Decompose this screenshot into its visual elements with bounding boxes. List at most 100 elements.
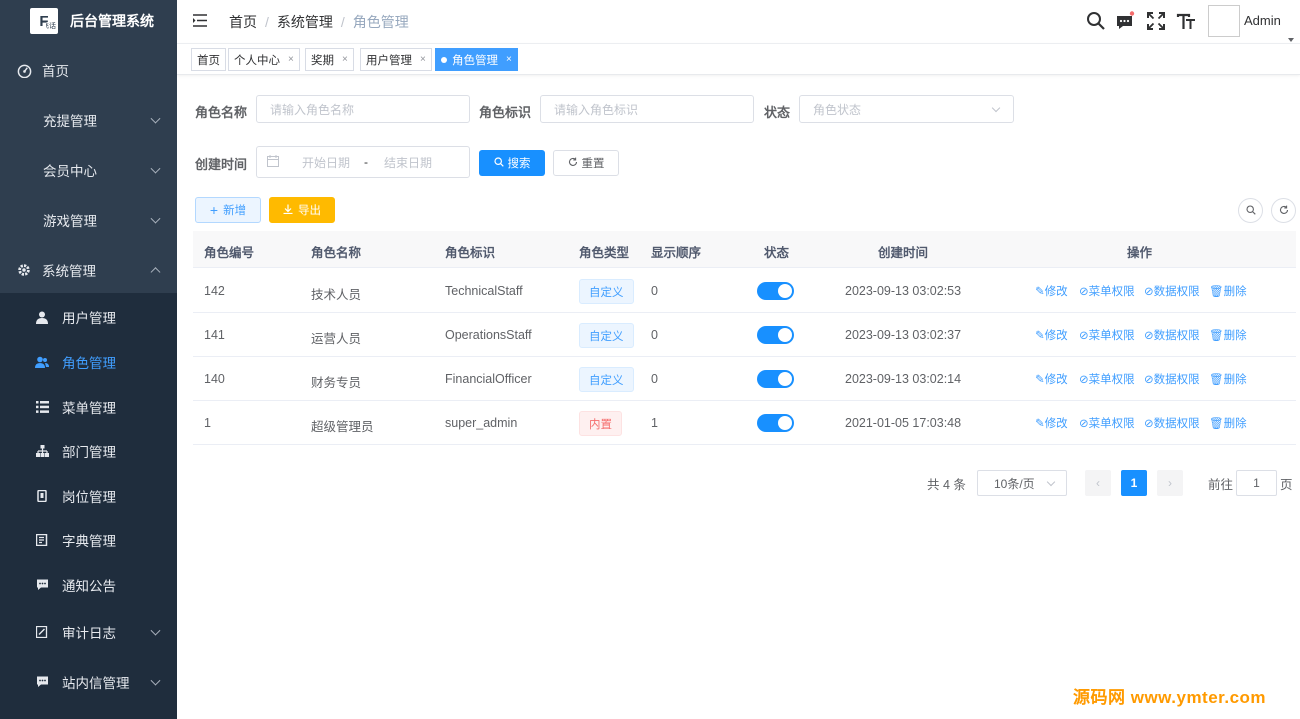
sidebar-item-roles[interactable]: 角色管理 bbox=[0, 342, 177, 382]
tab-lottery-period[interactable]: 奖期 × bbox=[305, 48, 354, 71]
breadcrumb-system[interactable]: 系统管理 bbox=[277, 14, 333, 30]
close-icon[interactable]: × bbox=[342, 54, 348, 65]
cell-created-time: 2023-09-13 03:02:37 bbox=[845, 328, 962, 342]
search-icon bbox=[493, 156, 504, 170]
chevron-up-icon bbox=[150, 267, 161, 278]
menu-permission-link[interactable]: ⊘菜单权限 bbox=[1079, 283, 1135, 299]
goto-page-input[interactable]: 1 bbox=[1236, 470, 1277, 496]
menu-permission-link[interactable]: ⊘菜单权限 bbox=[1079, 415, 1135, 431]
role-name-input[interactable]: 请输入角色名称 bbox=[256, 95, 470, 123]
prev-page-button[interactable]: ‹ bbox=[1085, 470, 1111, 496]
role-key-input[interactable]: 请输入角色标识 bbox=[540, 95, 754, 123]
cell-role-id: 1 bbox=[204, 416, 211, 430]
sidebar-item-users[interactable]: 用户管理 bbox=[0, 297, 177, 337]
cell-role-key: super_admin bbox=[445, 416, 518, 430]
page-size-select[interactable]: 10条/页 bbox=[977, 470, 1067, 496]
chevron-down-icon bbox=[150, 675, 161, 686]
logo-bar[interactable]: F 飞话 后台管理系统 bbox=[0, 0, 177, 42]
sidebar-item-member[interactable]: 会员中心 bbox=[0, 150, 177, 190]
next-page-button[interactable]: › bbox=[1157, 470, 1183, 496]
message-icon[interactable] bbox=[1115, 11, 1135, 31]
cell-order: 1 bbox=[651, 416, 658, 430]
status-toggle[interactable] bbox=[757, 414, 794, 432]
chevron-down-icon bbox=[991, 103, 1001, 113]
close-icon[interactable]: × bbox=[288, 54, 294, 65]
link-label: 菜单权限 bbox=[1088, 286, 1135, 298]
edit-link[interactable]: ✎修改 bbox=[1035, 371, 1068, 387]
sidebar-item-label: 用户管理 bbox=[62, 311, 116, 326]
tab-label: 首页 bbox=[197, 54, 220, 67]
edit-link[interactable]: ✎修改 bbox=[1035, 283, 1068, 299]
close-icon[interactable]: × bbox=[420, 54, 426, 65]
sidebar-item-audit-log[interactable]: 审计日志 bbox=[0, 612, 177, 652]
data-permission-link[interactable]: ⊘数据权限 bbox=[1144, 327, 1200, 343]
sidebar-item-label: 审计日志 bbox=[62, 626, 116, 641]
breadcrumb: 首页 / 系统管理 / 角色管理 bbox=[229, 14, 409, 30]
column-header: 角色类型 bbox=[579, 246, 630, 260]
download-icon bbox=[283, 204, 293, 217]
sidebar-item-game[interactable]: 游戏管理 bbox=[0, 200, 177, 240]
cell-role-id: 140 bbox=[204, 372, 225, 386]
user-name[interactable]: Admin bbox=[1244, 13, 1281, 28]
fullscreen-icon[interactable] bbox=[1146, 11, 1166, 31]
cell-role-id: 141 bbox=[204, 328, 225, 342]
edit-link[interactable]: ✎修改 bbox=[1035, 415, 1068, 431]
sidebar-item-inbox[interactable]: 站内信管理 bbox=[0, 662, 177, 702]
link-label: 删除 bbox=[1223, 330, 1247, 342]
refresh-button[interactable] bbox=[1271, 198, 1296, 223]
tab-label: 用户管理 bbox=[366, 54, 412, 67]
font-size-icon[interactable] bbox=[1176, 11, 1196, 31]
sidebar-item-recharge[interactable]: 充提管理 bbox=[0, 100, 177, 140]
search-button[interactable]: 搜索 bbox=[479, 150, 545, 176]
people-icon bbox=[34, 354, 50, 370]
goto-label: 前往 bbox=[1208, 477, 1234, 492]
export-button[interactable]: 导出 bbox=[269, 197, 335, 223]
delete-link[interactable]: 🗑删除 bbox=[1209, 327, 1247, 343]
cell-role-key: OperationsStaff bbox=[445, 328, 532, 342]
tab-profile[interactable]: 个人中心 × bbox=[228, 48, 300, 71]
sidebar-item-departments[interactable]: 部门管理 bbox=[0, 431, 177, 471]
date-range-picker[interactable]: 开始日期 - 结束日期 bbox=[256, 146, 470, 178]
status-toggle[interactable] bbox=[757, 326, 794, 344]
button-label: 重置 bbox=[581, 158, 605, 170]
edit-link[interactable]: ✎修改 bbox=[1035, 327, 1068, 343]
data-permission-link[interactable]: ⊘数据权限 bbox=[1144, 283, 1200, 299]
delete-link[interactable]: 🗑删除 bbox=[1209, 415, 1247, 431]
sidebar-item-system[interactable]: 系统管理 bbox=[0, 250, 177, 290]
sidebar-item-menus[interactable]: 菜单管理 bbox=[0, 387, 177, 427]
created-time-label: 创建时间 bbox=[195, 157, 248, 172]
sidebar-item-notices[interactable]: 通知公告 bbox=[0, 565, 177, 605]
tab-user-management[interactable]: 用户管理 × bbox=[360, 48, 432, 71]
add-button[interactable]: + 新增 bbox=[195, 197, 261, 223]
data-permission-link[interactable]: ⊘数据权限 bbox=[1144, 415, 1200, 431]
data-permission-link[interactable]: ⊘数据权限 bbox=[1144, 371, 1200, 387]
cell-role-name: 财务专员 bbox=[311, 376, 362, 390]
tab-home[interactable]: 首页 bbox=[191, 48, 226, 71]
toggle-search-button[interactable] bbox=[1238, 198, 1263, 223]
sidebar-item-dictionary[interactable]: 字典管理 bbox=[0, 520, 177, 560]
status-toggle[interactable] bbox=[757, 282, 794, 300]
menu-permission-link[interactable]: ⊘菜单权限 bbox=[1079, 327, 1135, 343]
sidebar-item-label: 充提管理 bbox=[43, 114, 97, 129]
column-header: 创建时间 bbox=[878, 246, 929, 260]
tab-role-management[interactable]: 角色管理 × bbox=[435, 48, 518, 71]
avatar[interactable] bbox=[1208, 5, 1240, 37]
status-toggle[interactable] bbox=[757, 370, 794, 388]
cell-order: 0 bbox=[651, 328, 658, 342]
delete-link[interactable]: 🗑删除 bbox=[1209, 283, 1247, 299]
search-icon[interactable] bbox=[1086, 11, 1106, 31]
close-icon[interactable]: × bbox=[506, 54, 512, 65]
sidebar-item-label: 系统管理 bbox=[42, 264, 96, 279]
sidebar-item-home[interactable]: 首页 bbox=[0, 50, 177, 90]
status-select[interactable]: 角色状态 bbox=[799, 95, 1014, 123]
caret-down-icon[interactable] bbox=[1288, 38, 1294, 42]
breadcrumb-home[interactable]: 首页 bbox=[229, 14, 257, 30]
placeholder: 请输入角色名称 bbox=[270, 102, 355, 117]
page-number-active[interactable]: 1 bbox=[1121, 470, 1147, 496]
link-label: 数据权限 bbox=[1153, 330, 1200, 342]
reset-button[interactable]: 重置 bbox=[553, 150, 619, 176]
link-label: 数据权限 bbox=[1153, 374, 1200, 386]
delete-link[interactable]: 🗑删除 bbox=[1209, 371, 1247, 387]
hamburger-icon[interactable] bbox=[193, 14, 207, 27]
menu-permission-link[interactable]: ⊘菜单权限 bbox=[1079, 371, 1135, 387]
